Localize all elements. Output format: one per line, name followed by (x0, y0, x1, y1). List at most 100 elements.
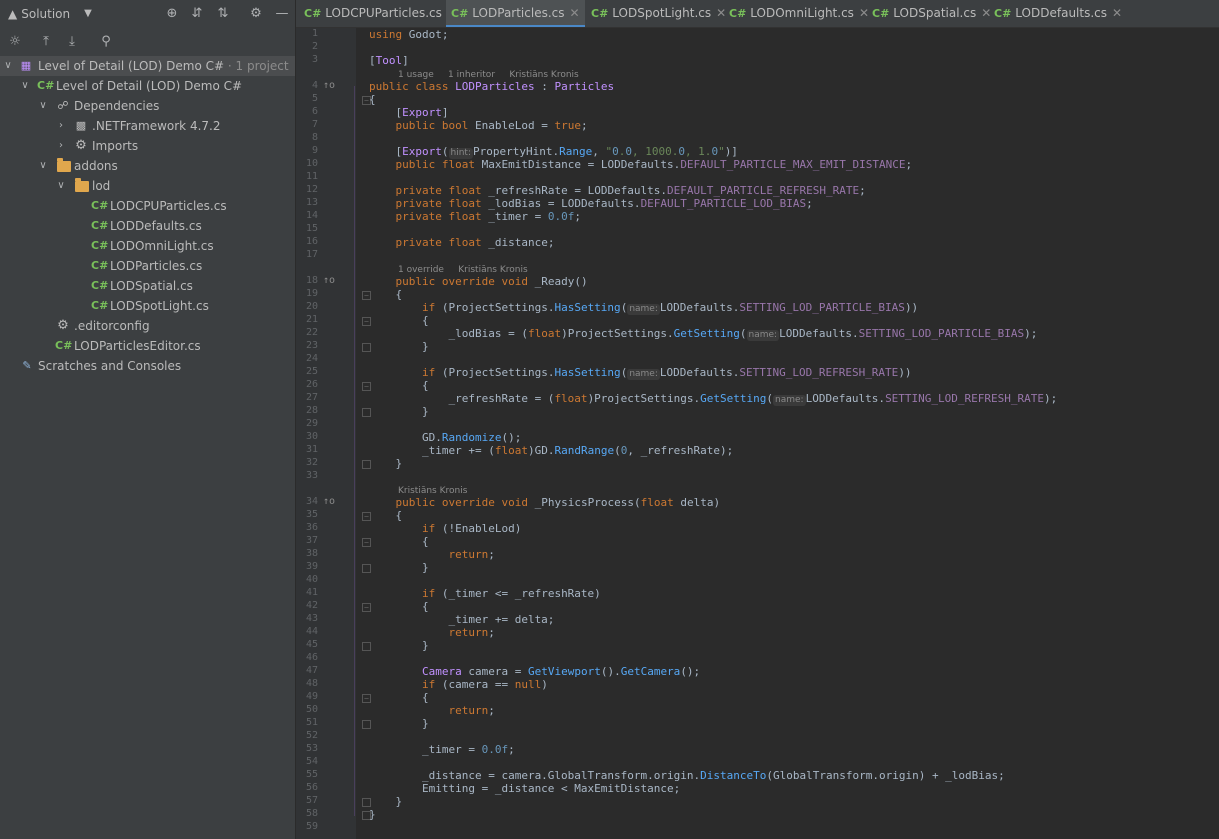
solution-view-selector[interactable]: ▲ Solution ▼ (8, 7, 92, 21)
chevron-right-icon[interactable]: › (55, 136, 67, 156)
code-line[interactable]: { (369, 288, 402, 301)
code-line[interactable]: _timer += (float)GD.RandRange(0, _refres… (369, 444, 733, 457)
code-line[interactable]: { (369, 93, 376, 106)
code-line[interactable]: if (!EnableLod) (369, 522, 521, 535)
code-line[interactable]: } (369, 808, 376, 821)
code-line[interactable]: if (_timer <= _refreshRate) (369, 587, 601, 600)
chevron-down-icon[interactable]: ∨ (19, 76, 31, 96)
editor-gutter: 1 2 3 4 ↑o 5–6 7 8 9 10 11 12 13 14 15 16 17 18 ↑o 19–20 21–… (296, 28, 371, 839)
tree-item-addons[interactable]: ∨ addons (0, 156, 295, 176)
close-icon[interactable]: ✕ (716, 6, 726, 20)
tree-item-dependencies[interactable]: ∨ ☍ Dependencies (0, 96, 295, 116)
code-line[interactable]: private float _timer = 0.0f; (369, 210, 581, 223)
code-line[interactable]: { (369, 535, 429, 548)
push-up-icon[interactable]: ⤒ (37, 33, 55, 51)
gear-icon[interactable]: ⚙ (247, 5, 265, 23)
code-line[interactable]: { (369, 314, 429, 327)
code-line[interactable]: GD.Randomize(); (369, 431, 521, 444)
code-line[interactable]: { (369, 509, 402, 522)
code-line[interactable]: { (369, 600, 429, 613)
close-icon[interactable]: ✕ (859, 6, 869, 20)
code-line[interactable]: private float _lodBias = LODDefaults.DEF… (369, 197, 813, 210)
locate-icon[interactable]: ⊕ (163, 5, 181, 23)
code-line[interactable]: } (369, 340, 429, 353)
tab-lodomnilight[interactable]: C# LODOmniLight.cs ✕ (729, 0, 869, 27)
code-line[interactable]: return; (369, 626, 494, 639)
close-icon[interactable]: ✕ (981, 6, 991, 20)
code-line[interactable]: Camera camera = GetViewport().GetCamera(… (369, 665, 700, 678)
show-all-files-icon[interactable]: ☼ (6, 33, 24, 51)
code-line[interactable]: public float MaxEmitDistance = LODDefaul… (369, 158, 913, 171)
tree-item-file[interactable]: C# LODSpatial.cs (0, 276, 295, 296)
close-icon[interactable]: ✕ (570, 6, 580, 20)
override-marker-icon[interactable]: ↑o (323, 496, 335, 507)
override-marker-icon[interactable]: ↑o (323, 275, 335, 286)
push-down-icon[interactable]: ⤓ (63, 33, 81, 51)
collapse-all-icon[interactable]: ⇅ (214, 5, 232, 23)
tree-item-file[interactable]: C# LODSpotLight.cs (0, 296, 295, 316)
tree-item-solution[interactable]: ∨ ▦ Level of Detail (LOD) Demo C# · 1 pr… (0, 56, 295, 76)
code-line[interactable]: using Godot; (369, 28, 448, 41)
code-line[interactable]: _timer += delta; (369, 613, 554, 626)
code-line[interactable]: _distance = camera.GlobalTransform.origi… (369, 769, 1005, 782)
tree-item-imports[interactable]: › ⚙ Imports (0, 136, 295, 156)
tree-item-file[interactable]: C# LODCPUParticles.cs (0, 196, 295, 216)
tree-item-scratches[interactable]: ✎ Scratches and Consoles (0, 356, 295, 376)
code-line[interactable]: { (369, 691, 429, 704)
code-vision-annotation[interactable]: Kristiāns Kronis (398, 486, 467, 496)
code-vision-annotation[interactable]: 1 usage 1 inheritor Kristiāns Kronis (398, 70, 579, 80)
line-number: 35 (305, 509, 318, 520)
code-line[interactable]: private float _refreshRate = LODDefaults… (369, 184, 866, 197)
minimize-icon[interactable]: — (273, 5, 291, 23)
tab-lodcpuparticles[interactable]: C#LODCPUParticles.cs✕ (304, 0, 457, 27)
search-icon[interactable]: ⚲ (97, 33, 115, 51)
tree-item-file[interactable]: C# LODParticles.cs (0, 256, 295, 276)
expand-all-icon[interactable]: ⇵ (188, 5, 206, 23)
tab-lodspatial[interactable]: C# LODSpatial.cs ✕ (872, 0, 991, 27)
tree-item-editorconfig[interactable]: ⚙ .editorconfig (0, 316, 295, 336)
code-line[interactable]: public class LODParticles : Particles (369, 80, 614, 93)
code-line[interactable]: return; (369, 548, 494, 561)
chevron-down-icon[interactable]: ∨ (37, 96, 49, 116)
chevron-down-icon[interactable]: ∨ (55, 176, 67, 196)
code-line[interactable]: public override void _Ready() (369, 275, 588, 288)
code-line[interactable]: [Export] (369, 106, 448, 119)
tree-item-project[interactable]: ∨ C# Level of Detail (LOD) Demo C# (0, 76, 295, 96)
code-line[interactable]: return; (369, 704, 494, 717)
close-icon[interactable]: ✕ (1112, 6, 1122, 20)
code-line[interactable]: _timer = 0.0f; (369, 743, 515, 756)
code-line[interactable]: if (ProjectSettings.HasSetting(name: LODD… (369, 301, 918, 315)
code-line[interactable]: _refreshRate = (float)ProjectSettings.Ge… (369, 392, 1057, 406)
code-line[interactable]: public override void _PhysicsProcess(flo… (369, 496, 721, 509)
code-line[interactable]: Emitting = _distance < MaxEmitDistance; (369, 782, 680, 795)
tree-item-framework[interactable]: › ▩ .NETFramework 4.7.2 (0, 116, 295, 136)
solution-header: ▲ Solution ▼ ⊕ ⇵ ⇅ ⚙ — (0, 0, 295, 27)
tree-item-file[interactable]: C# LODDefaults.cs (0, 216, 295, 236)
tree-item-file[interactable]: C# LODParticlesEditor.cs (0, 336, 295, 356)
code-vision-annotation[interactable]: 1 override Kristiāns Kronis (398, 265, 528, 275)
code-editor[interactable]: 1 2 3 4 ↑o 5–6 7 8 9 10 11 12 13 14 15 16 17 18 ↑o 19–20 21–… (296, 28, 1219, 839)
code-line[interactable]: [Export(hint: PropertyHint.Range, "0.0, 1… (369, 145, 738, 159)
code-line[interactable]: } (369, 639, 429, 652)
tree-item-lod[interactable]: ∨ lod (0, 176, 295, 196)
chevron-down-icon[interactable]: ∨ (2, 56, 14, 76)
chevron-down-icon[interactable]: ∨ (37, 156, 49, 176)
code-line[interactable]: } (369, 717, 429, 730)
code-line[interactable]: } (369, 561, 429, 574)
override-marker-icon[interactable]: ↑o (323, 80, 335, 91)
code-line[interactable]: } (369, 795, 402, 808)
code-line[interactable]: } (369, 457, 402, 470)
code-line[interactable]: private float _distance; (369, 236, 555, 249)
tree-item-file[interactable]: C# LODOmniLight.cs (0, 236, 295, 256)
code-line[interactable]: if (camera == null) (369, 678, 548, 691)
code-line[interactable]: [Tool] (369, 54, 409, 67)
chevron-right-icon[interactable]: › (55, 116, 67, 136)
code-line[interactable]: } (369, 405, 429, 418)
code-line[interactable]: _lodBias = (float)ProjectSettings.GetSet… (369, 327, 1037, 341)
code-line[interactable]: public bool EnableLod = true; (369, 119, 588, 132)
tab-lodparticles[interactable]: C# LODParticles.cs ✕ (446, 0, 585, 27)
code-line[interactable]: { (369, 379, 429, 392)
tab-loddefaults[interactable]: C# LODDefaults.cs ✕ (994, 0, 1122, 27)
tab-lodspotlight[interactable]: C# LODSpotLight.cs ✕ (591, 0, 726, 27)
code-line[interactable]: if (ProjectSettings.HasSetting(name: LODD… (369, 366, 912, 380)
